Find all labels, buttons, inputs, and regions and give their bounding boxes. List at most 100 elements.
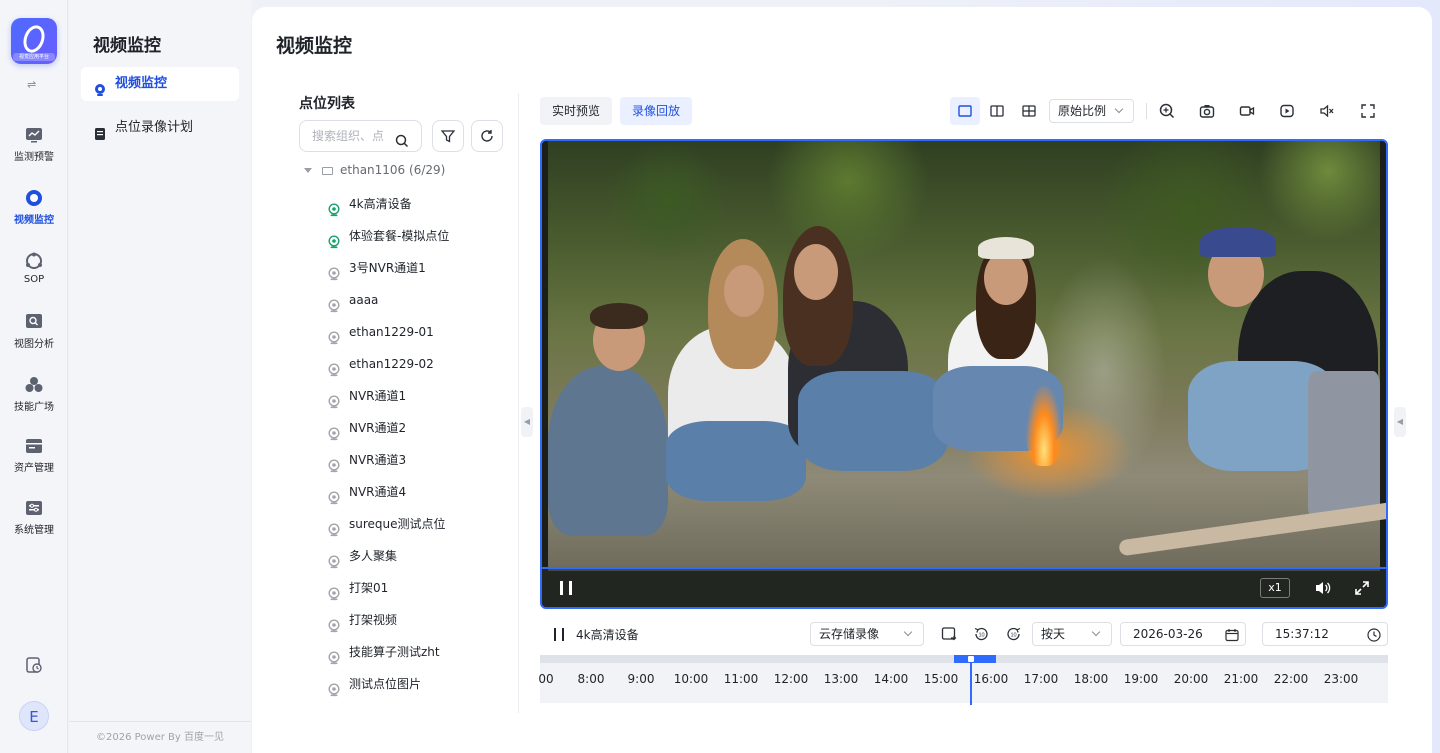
device-tree-item-label: 3号NVR通道1 xyxy=(349,261,426,275)
calendar-icon xyxy=(1225,627,1239,649)
device-tree-item[interactable]: NVR通道3 xyxy=(327,444,507,476)
playback-timeline[interactable]: 00 8:00 9:00 10:00 11:00 12:00 13:00 14:00 15:00… xyxy=(538,655,1388,705)
device-tree-item[interactable]: NVR通道2 xyxy=(327,412,507,444)
clip-download-icon[interactable] xyxy=(941,626,957,642)
toolbar-separator xyxy=(1146,103,1147,119)
device-tree-item[interactable]: 测试点位图片 xyxy=(327,668,507,700)
rail-item-video-monitor[interactable]: 视频监控 xyxy=(0,189,68,239)
device-tree-item[interactable]: ethan1229-02 xyxy=(327,348,507,380)
collapse-right-icon[interactable]: ◀ xyxy=(1394,407,1406,437)
timeline-handle[interactable] xyxy=(967,655,975,663)
clock-icon xyxy=(1367,627,1381,649)
timeline-tick-label: 00 xyxy=(538,672,554,686)
volume-icon[interactable] xyxy=(1314,580,1332,600)
refresh-button[interactable] xyxy=(471,120,503,152)
device-tree-item-label: 4k高清设备 xyxy=(349,197,412,211)
rail-item-skill-square[interactable]: 技能广场 xyxy=(0,376,68,426)
device-tree-item[interactable]: aaaa xyxy=(327,284,507,316)
refresh-icon xyxy=(481,130,493,142)
timeline-tick-label: 10:00 xyxy=(673,672,709,686)
tab-playback[interactable]: 录像回放 xyxy=(620,97,693,125)
filter-icon xyxy=(441,130,455,143)
camera-offline-icon xyxy=(327,549,341,569)
subnav-item-video-monitor[interactable]: 视频监控 xyxy=(81,67,239,101)
video-player[interactable]: x1 xyxy=(540,139,1388,609)
layout-single-button[interactable] xyxy=(950,97,980,125)
device-tree-item[interactable]: sureque测试点位 xyxy=(327,508,507,540)
screen-record-icon[interactable] xyxy=(1279,103,1295,119)
caret-down-icon[interactable] xyxy=(304,168,312,173)
timeline-tick-label: 9:00 xyxy=(627,672,655,686)
page-title: 视频监控 xyxy=(276,35,353,57)
rail-item-sop[interactable]: SOP xyxy=(0,252,68,302)
device-tree-item[interactable]: 打架视频 xyxy=(327,604,507,636)
device-tree-item[interactable]: NVR通道4 xyxy=(327,476,507,508)
timeline-tick-label: 12:00 xyxy=(773,672,809,686)
search-input[interactable]: 搜索组织、点位 xyxy=(299,120,422,152)
range-select[interactable]: 按天 xyxy=(1032,622,1112,646)
subnav-item-recording-plan[interactable]: 点位录像计划 xyxy=(81,111,239,145)
fullscreen-icon[interactable] xyxy=(1360,103,1376,119)
device-tree-item[interactable]: 技能算子测试zht xyxy=(327,636,507,668)
chevron-down-icon xyxy=(1091,627,1101,637)
device-tree-item[interactable]: 多人聚集 xyxy=(327,540,507,572)
history-icon[interactable] xyxy=(25,656,43,674)
mute-icon[interactable] xyxy=(1319,103,1335,119)
video-frame xyxy=(548,141,1386,571)
footer-copyright: ©2026 Power By 百度一见 xyxy=(69,721,251,753)
main-panel: 视频监控 点位列表 搜索组织、点位 ethan1106 (6/29) 4k高清设… xyxy=(252,7,1432,753)
collapse-toggle-icon[interactable]: ⇌ xyxy=(27,78,36,91)
device-list-title: 点位列表 xyxy=(299,96,355,112)
rail-item-view-analysis[interactable]: 视图分析 xyxy=(0,313,68,363)
rail-item-asset-management[interactable]: 资产管理 xyxy=(0,437,68,487)
view-analysis-icon xyxy=(25,313,43,331)
collapse-left-icon[interactable]: ◀ xyxy=(521,407,533,437)
device-tree-item-label: ethan1229-02 xyxy=(349,357,434,371)
time-picker[interactable]: 15:37:12 xyxy=(1262,622,1388,646)
current-device-label: 4k高清设备 xyxy=(576,628,639,642)
playback-speed-button[interactable]: x1 xyxy=(1260,578,1290,598)
rewind-10-icon[interactable]: 10 xyxy=(973,626,989,642)
video-monitor-icon xyxy=(25,189,43,207)
svg-text:10: 10 xyxy=(1010,633,1016,639)
panel-divider xyxy=(518,93,519,713)
monitor-warning-icon xyxy=(25,126,43,144)
playback-pause-icon[interactable] xyxy=(554,628,564,641)
device-tree-item[interactable]: 4k高清设备 xyxy=(327,188,507,220)
app-logo[interactable]: 视觉应用平台 xyxy=(11,18,57,64)
expand-icon[interactable] xyxy=(1354,580,1370,600)
aspect-ratio-select[interactable]: 原始比例 xyxy=(1049,99,1134,123)
camera-offline-icon xyxy=(327,645,341,665)
device-tree-item-label: sureque测试点位 xyxy=(349,517,446,531)
timeline-tick-label: 23:00 xyxy=(1323,672,1359,686)
record-icon[interactable] xyxy=(1239,103,1255,119)
layout-grid-button[interactable] xyxy=(1014,97,1044,125)
filter-button[interactable] xyxy=(432,120,464,152)
search-icon[interactable] xyxy=(395,129,409,148)
date-picker[interactable]: 2026-03-26 xyxy=(1120,622,1246,646)
rail-item-system-management[interactable]: 系统管理 xyxy=(0,499,68,549)
search-placeholder: 搜索组织、点位 xyxy=(312,129,384,143)
zoom-in-icon[interactable] xyxy=(1159,103,1175,119)
tree-root-node[interactable]: ethan1106 (6/29) xyxy=(304,163,445,177)
pause-icon[interactable] xyxy=(560,581,572,595)
forward-10-icon[interactable]: 10 xyxy=(1006,626,1022,642)
camera-offline-icon xyxy=(327,357,341,377)
device-tree-item[interactable]: 打架01 xyxy=(327,572,507,604)
video-controls: x1 xyxy=(542,569,1386,607)
device-tree-item[interactable]: NVR通道1 xyxy=(327,380,507,412)
device-tree-item[interactable]: 体验套餐-模拟点位 xyxy=(327,220,507,252)
device-tree-item-label: 多人聚集 xyxy=(349,549,398,563)
device-tree-item[interactable]: 3号NVR通道1 xyxy=(327,252,507,284)
storage-select[interactable]: 云存储录像 xyxy=(810,622,924,646)
rail-item-monitor-warning[interactable]: 监测预警 xyxy=(0,126,68,176)
timeline-tick-label: 22:00 xyxy=(1273,672,1309,686)
device-tree-item[interactable]: ethan1229-01 xyxy=(327,316,507,348)
recorded-segment[interactable] xyxy=(954,655,996,663)
layout-split-button[interactable] xyxy=(982,97,1012,125)
sop-icon xyxy=(25,252,43,270)
snapshot-icon[interactable] xyxy=(1199,103,1215,119)
device-tree-item-label: NVR通道2 xyxy=(349,421,407,435)
avatar[interactable]: E xyxy=(19,701,49,731)
tab-live-preview[interactable]: 实时预览 xyxy=(540,97,613,125)
